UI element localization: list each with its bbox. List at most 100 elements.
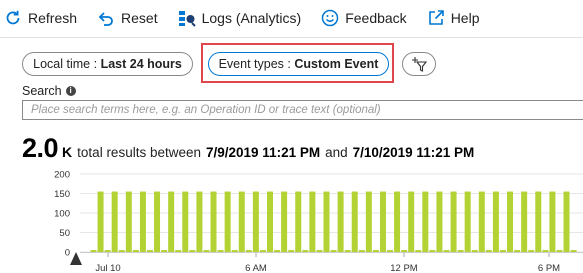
histogram-bar[interactable] <box>485 250 492 252</box>
refresh-button[interactable]: Refresh <box>4 0 77 36</box>
reset-label: Reset <box>121 10 158 26</box>
histogram-bar[interactable] <box>563 191 570 252</box>
histogram-bar[interactable] <box>542 250 549 252</box>
histogram-bar[interactable] <box>535 191 542 252</box>
histogram-bar[interactable] <box>528 250 535 252</box>
y-tick-label: 0 <box>65 248 70 259</box>
histogram-bar[interactable] <box>514 250 521 252</box>
histogram-bar[interactable] <box>499 250 506 252</box>
time-range-filter[interactable]: Local time : Last 24 hours <box>22 52 193 76</box>
histogram-bar[interactable] <box>189 250 196 252</box>
y-tick-label: 100 <box>54 209 70 220</box>
histogram-bar[interactable] <box>302 250 309 252</box>
histogram-bar[interactable] <box>224 191 231 252</box>
histogram-bar[interactable] <box>125 191 132 252</box>
histogram-bar[interactable] <box>274 250 281 252</box>
histogram-bar[interactable] <box>570 250 577 252</box>
histogram-bar[interactable] <box>450 191 457 252</box>
histogram-bar[interactable] <box>316 250 323 252</box>
histogram-bar[interactable] <box>422 191 429 252</box>
histogram-bar[interactable] <box>457 250 464 252</box>
histogram-bar[interactable] <box>415 250 422 252</box>
histogram-bar[interactable] <box>146 250 153 252</box>
histogram-bar[interactable] <box>394 191 401 252</box>
histogram-bar[interactable] <box>288 250 295 252</box>
histogram-bar[interactable] <box>408 191 415 252</box>
histogram-bar[interactable] <box>259 250 266 252</box>
histogram-bar[interactable] <box>492 191 499 252</box>
histogram-bar[interactable] <box>182 191 189 252</box>
histogram-bar[interactable] <box>351 191 358 252</box>
x-tick-label: Jul 10 <box>95 263 120 273</box>
histogram-bar[interactable] <box>175 250 182 252</box>
histogram-bar[interactable] <box>210 191 217 252</box>
histogram-bar[interactable] <box>196 191 203 252</box>
histogram-bar[interactable] <box>168 191 175 252</box>
histogram-bar[interactable] <box>295 191 302 252</box>
feedback-button[interactable]: Feedback <box>321 0 407 36</box>
info-icon[interactable]: i <box>65 86 76 96</box>
histogram-bar[interactable] <box>267 191 273 252</box>
event-filter-value: Custom Event <box>294 57 379 71</box>
histogram-bar[interactable] <box>309 191 316 252</box>
histogram-bar[interactable] <box>337 191 344 252</box>
histogram-bar[interactable] <box>443 250 450 252</box>
feedback-label: Feedback <box>345 10 407 26</box>
histogram-bar[interactable] <box>521 191 528 252</box>
histogram-bar[interactable] <box>344 250 351 252</box>
time-filter-prefix: Local time : <box>33 57 98 71</box>
end-time: 7/10/2019 11:21 PM <box>352 145 475 160</box>
histogram-bar[interactable] <box>429 250 436 252</box>
histogram-bar[interactable] <box>330 250 337 252</box>
y-tick-label: 200 <box>54 170 70 181</box>
refresh-label: Refresh <box>28 10 78 26</box>
histogram-bar[interactable] <box>372 250 379 252</box>
histogram-bar[interactable] <box>161 250 168 252</box>
histogram-bar[interactable] <box>111 191 118 252</box>
help-button[interactable]: Help <box>427 0 479 36</box>
histogram-bar[interactable] <box>231 250 238 252</box>
histogram-bar[interactable] <box>365 191 372 252</box>
histogram-bar[interactable] <box>464 191 471 252</box>
histogram-bar[interactable] <box>507 191 514 252</box>
histogram-bar[interactable] <box>252 191 259 252</box>
logs-icon <box>178 9 196 27</box>
search-input[interactable] <box>22 100 583 120</box>
histogram-bar[interactable] <box>217 250 224 252</box>
histogram-bar[interactable] <box>104 250 111 252</box>
result-count: 2.0 <box>22 133 59 163</box>
histogram-bar[interactable] <box>471 250 478 252</box>
histogram-bar[interactable] <box>139 191 146 252</box>
histogram-bar[interactable] <box>203 250 210 252</box>
x-tick-label: 6 AM <box>245 263 267 273</box>
histogram-bar[interactable] <box>478 191 485 252</box>
histogram-bar[interactable] <box>154 191 161 252</box>
time-filter-value: Last 24 hours <box>100 57 182 71</box>
results-summary: 2.0 K total results between 7/9/2019 11:… <box>22 133 474 164</box>
y-tick-label: 50 <box>59 228 70 239</box>
histogram-bar[interactable] <box>401 250 408 252</box>
histogram-bar[interactable] <box>358 250 365 252</box>
histogram-bar[interactable] <box>90 250 97 252</box>
histogram-bar[interactable] <box>238 191 245 252</box>
histogram-bar[interactable] <box>97 191 104 252</box>
start-time: 7/9/2019 11:21 PM <box>206 145 321 160</box>
histogram-bar[interactable] <box>118 250 125 252</box>
histogram-bar[interactable] <box>281 191 288 252</box>
histogram-bar[interactable] <box>387 250 394 252</box>
histogram-bar[interactable] <box>132 250 139 252</box>
add-filter-icon <box>412 57 427 72</box>
histogram-bar[interactable] <box>436 191 443 252</box>
add-filter-button[interactable] <box>402 52 436 76</box>
histogram-bar[interactable] <box>323 191 330 252</box>
search-label-text: Search <box>22 84 62 98</box>
histogram-bar[interactable] <box>549 191 556 252</box>
histogram-bar[interactable] <box>556 250 563 252</box>
histogram-bar[interactable] <box>245 250 252 252</box>
event-types-filter[interactable]: Event types : Custom Event <box>208 52 389 76</box>
histogram-bar[interactable] <box>379 191 386 252</box>
reset-button[interactable]: Reset <box>97 0 158 36</box>
range-handle-icon[interactable] <box>70 252 82 265</box>
summary-and: and <box>325 145 348 160</box>
logs-analytics-button[interactable]: Logs (Analytics) <box>178 0 301 36</box>
